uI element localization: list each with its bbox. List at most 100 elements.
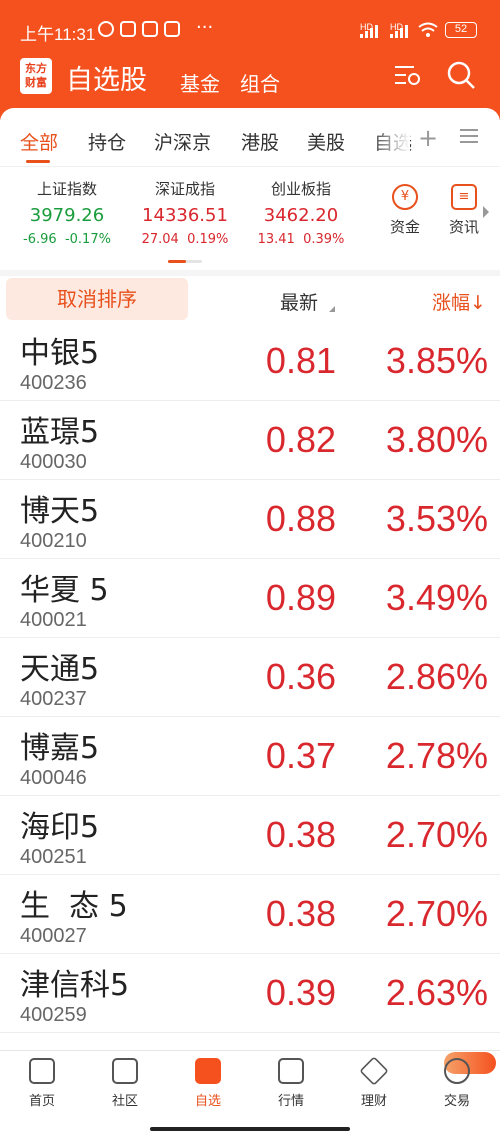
stock-code: 400236 (20, 372, 87, 394)
document-icon: ≡ (451, 184, 477, 210)
stock-code: 400251 (20, 846, 87, 868)
fund-flow-button[interactable]: ¥ 资金 (384, 184, 426, 237)
community-icon (112, 1058, 138, 1084)
tab-holdings[interactable]: 持仓 (88, 128, 126, 155)
index-name: 深证成指 (154, 180, 215, 198)
nav-wealth[interactable]: 理财 (344, 1056, 404, 1109)
stock-change-pct: 2.78% (385, 735, 488, 776)
mail-icon (142, 21, 158, 37)
index-value: 14336.51 (142, 205, 228, 226)
index-sz[interactable]: 深证成指 14336.51 27.04 0.19% (120, 178, 250, 247)
search-icon[interactable] (446, 60, 476, 90)
nav-community[interactable]: 社区 (95, 1058, 155, 1109)
nav-label: 行情 (277, 1094, 304, 1109)
scroll-right-icon[interactable] (483, 206, 489, 218)
index-value: 3979.26 (29, 205, 105, 226)
index-value: 3462.20 (263, 205, 339, 226)
change-pct-column-header[interactable]: 涨幅↓ (432, 288, 486, 315)
stock-code: 400210 (20, 530, 87, 552)
nav-label: 社区 (111, 1094, 138, 1109)
status-time: 上午11:31 (20, 25, 96, 44)
battery-icon: 52 (445, 22, 477, 38)
stock-latest-price: 0.36 (265, 656, 336, 697)
stock-code: 400259 (20, 1004, 87, 1026)
bottom-nav (0, 1050, 500, 1139)
tab-us[interactable]: 美股 (307, 128, 345, 155)
stock-change-pct: 3.49% (385, 577, 488, 618)
index-change: 13.41 0.39% (257, 232, 345, 247)
stock-name: 生 态 5 (20, 889, 128, 924)
stock-code: 400046 (20, 767, 87, 789)
stock-latest-price: 0.38 (265, 893, 336, 934)
index-name: 创业板指 (270, 180, 331, 198)
nav-fund-link[interactable]: 基金 (180, 68, 220, 97)
table-row[interactable]: 华夏 5 400021 0.89 3.49% (0, 559, 500, 638)
stock-change-pct: 2.86% (385, 656, 488, 697)
tab-sh-sz-bj[interactable]: 沪深京 (154, 128, 211, 155)
nav-home[interactable]: 首页 (12, 1058, 72, 1109)
tab-all[interactable]: 全部 (20, 128, 58, 155)
table-row[interactable]: 博天5 400210 0.88 3.53% (0, 480, 500, 559)
stock-name: 海印5 (20, 810, 100, 845)
nav-label: 理财 (360, 1094, 387, 1109)
app-root: 上午11:31 ··· HD HD 52 东方 财富 自选股 基金 组合 全部 … (0, 0, 500, 1139)
nav-market[interactable]: 行情 (261, 1058, 321, 1109)
stock-latest-price: 0.38 (265, 814, 336, 855)
tab-overflow-fade (370, 122, 410, 156)
home-icon (29, 1058, 55, 1084)
sort-indicator-icon (329, 306, 335, 312)
table-row[interactable]: 生 态 5 400027 0.38 2.70% (0, 875, 500, 954)
stock-latest-price: 0.89 (265, 577, 336, 618)
quick-label: 资讯 (448, 218, 479, 236)
yuan-circle-icon: ¥ (392, 184, 418, 210)
quick-label: 资金 (389, 218, 420, 236)
stock-latest-price: 0.37 (265, 735, 336, 776)
page-indicator (168, 260, 202, 263)
index-chinext[interactable]: 创业板指 3462.20 13.41 0.39% (236, 178, 366, 247)
stock-change-pct: 2.63% (385, 972, 488, 1013)
tab-menu-icon[interactable] (460, 126, 478, 146)
stock-code: 400237 (20, 688, 87, 710)
table-row[interactable]: 中银5 400236 0.81 3.85% (0, 322, 500, 401)
stock-name: 博天5 (20, 494, 100, 529)
active-tab-indicator (26, 160, 50, 163)
nav-trade[interactable]: 交易 (427, 1058, 487, 1109)
settings-menu-icon[interactable] (392, 60, 422, 90)
stock-change-pct: 3.53% (385, 498, 488, 539)
table-row[interactable]: 博嘉5 400046 0.37 2.78% (0, 717, 500, 796)
stock-change-pct: 2.70% (385, 893, 488, 934)
table-row[interactable]: 津信科5 400259 0.39 2.63% (0, 954, 500, 1033)
stock-code: 400021 (20, 609, 87, 631)
stock-name: 博嘉5 (20, 731, 100, 766)
stock-name: 蓝璟5 (20, 415, 100, 450)
wealth-icon (359, 1056, 389, 1086)
stock-name: 中银5 (20, 336, 100, 371)
stock-change-pct: 3.85% (385, 340, 488, 381)
tab-hk[interactable]: 港股 (241, 128, 279, 155)
trade-icon (444, 1058, 470, 1084)
latest-price-column-header[interactable]: 最新 (280, 288, 318, 315)
add-tab-icon[interactable]: + (418, 124, 438, 152)
cancel-sort-button[interactable]: 取消排序 (6, 278, 188, 320)
table-row[interactable]: 海印5 400251 0.38 2.70% (0, 796, 500, 875)
nav-label: 交易 (443, 1094, 470, 1109)
index-sh[interactable]: 上证指数 3979.26 -6.96 -0.17% (2, 178, 132, 247)
table-row[interactable]: 蓝璟5 400030 0.82 3.80% (0, 401, 500, 480)
more-notifications-icon: ··· (196, 17, 214, 38)
home-indicator (150, 1127, 350, 1131)
nav-label: 首页 (28, 1094, 55, 1109)
stock-change-pct: 3.80% (385, 419, 488, 460)
index-change: -6.96 -0.17% (23, 232, 111, 247)
nav-portfolio-link[interactable]: 组合 (240, 68, 280, 97)
stock-name: 天通5 (20, 652, 100, 687)
nav-label: 自选 (194, 1094, 221, 1109)
stock-latest-price: 0.81 (265, 340, 336, 381)
page-title: 自选股 (66, 65, 147, 96)
news-button[interactable]: ≡ 资讯 (443, 184, 485, 237)
signal-icon (360, 24, 378, 38)
nav-watchlist[interactable]: 自选 (178, 1058, 238, 1109)
index-change: 27.04 0.19% (141, 232, 229, 247)
index-name: 上证指数 (36, 180, 97, 198)
table-row[interactable]: 天通5 400237 0.36 2.86% (0, 638, 500, 717)
app-header: 上午11:31 ··· HD HD 52 东方 财富 自选股 基金 组合 (0, 0, 500, 108)
